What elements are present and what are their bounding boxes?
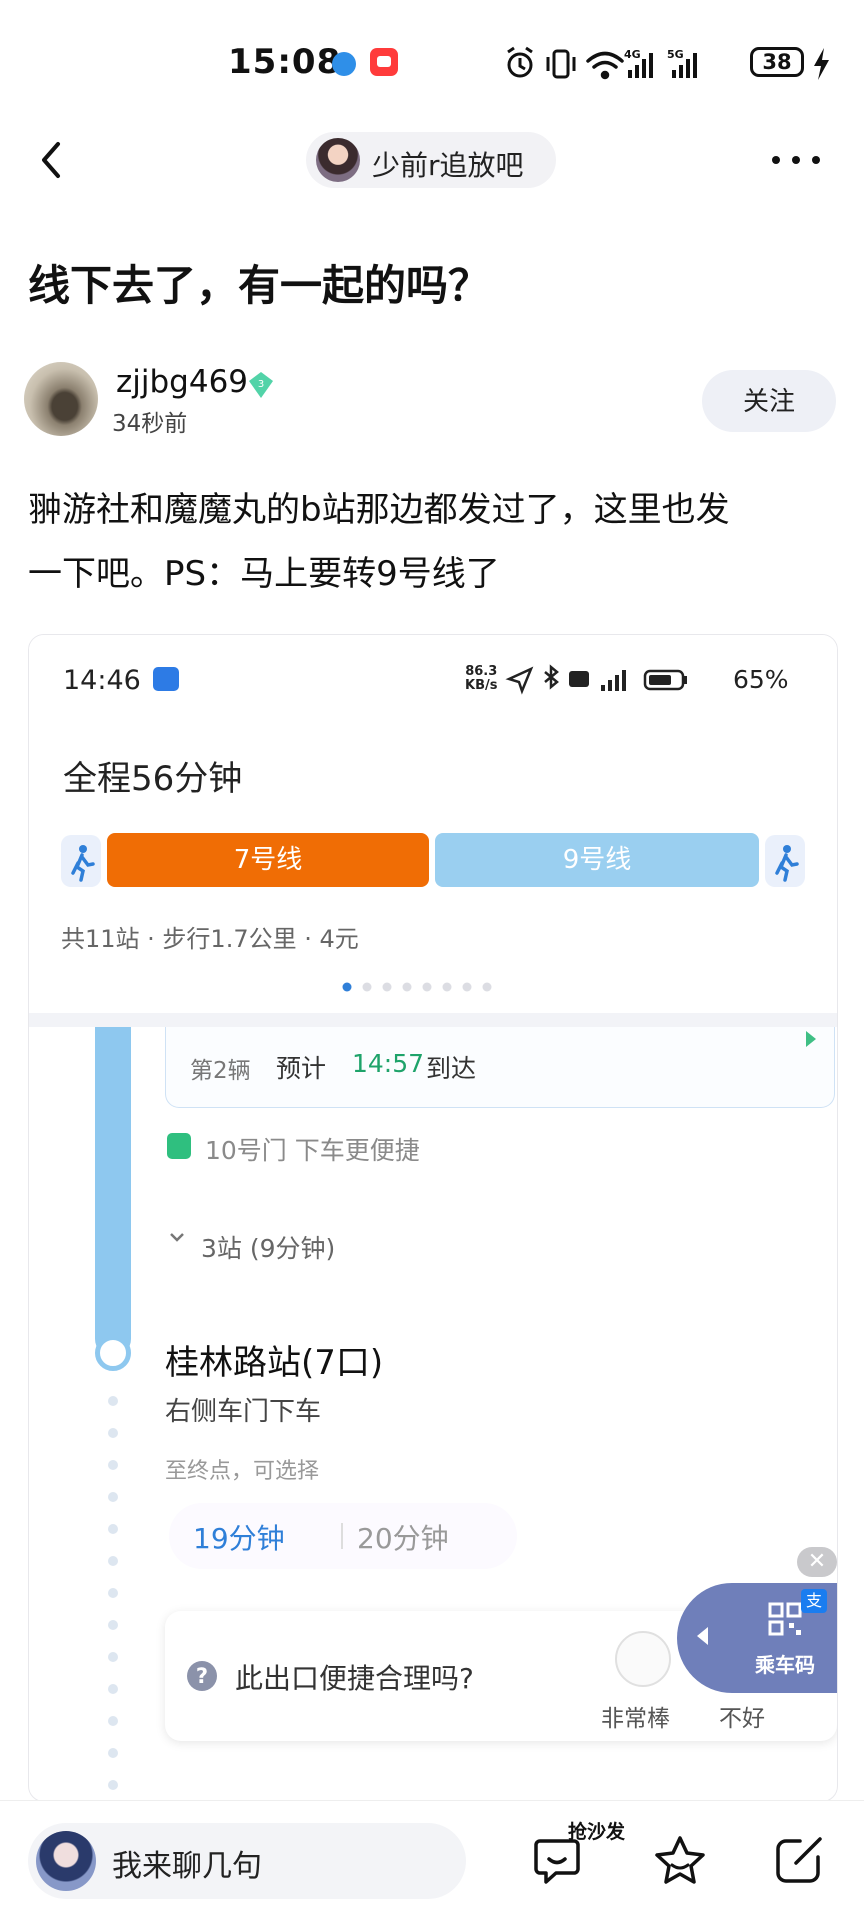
alipay-icon: 支 xyxy=(801,1589,827,1613)
qr-code-icon xyxy=(768,1602,802,1636)
svg-text:5G: 5G xyxy=(667,48,684,61)
image-clock: 14:46 xyxy=(63,665,141,696)
location-icon xyxy=(505,666,534,695)
expand-arrow-icon xyxy=(806,1031,816,1047)
door-tip: 10号门 下车更便捷 xyxy=(205,1136,420,1165)
vibrate-icon xyxy=(546,49,576,79)
stops-count: 3站 (9分钟) xyxy=(201,1234,336,1263)
level-badge-icon: 3 xyxy=(249,372,273,398)
estimate-time: 14:57 xyxy=(352,1049,425,1078)
route-line xyxy=(95,1027,131,1357)
bus-mode-time: 20分钟 xyxy=(357,1522,449,1555)
post-body: 翀游社和魔魔丸的b站那边都发过了，这里也发 一下吧。PS：马上要转9号线了 xyxy=(28,478,838,606)
walk-icon xyxy=(765,835,805,887)
page-dot xyxy=(482,982,492,992)
collapse-arrow-icon xyxy=(697,1627,708,1645)
page-dot xyxy=(342,982,352,992)
image-battery-icon xyxy=(643,669,687,691)
page-dot xyxy=(462,982,472,992)
author-avatar[interactable] xyxy=(24,362,98,436)
door-icon xyxy=(167,1133,191,1159)
hd-icon xyxy=(569,671,589,687)
svg-text:4G: 4G xyxy=(624,48,641,61)
post-image[interactable]: 14:46 86.3 KB/s 65% 全程56分钟 7号线 9号线 共11站 … xyxy=(28,634,838,1802)
metro-line-9: 9号线 xyxy=(435,833,759,887)
chevron-down-icon xyxy=(170,1233,184,1242)
feedback-bad: 不好 xyxy=(719,1706,765,1732)
transfer-mode-options: 19分钟 20分钟 xyxy=(169,1503,517,1569)
page-dot xyxy=(442,982,452,992)
station-marker xyxy=(95,1335,131,1371)
status-bar: 15:08 4G 5G 38 xyxy=(0,0,864,120)
forum-name: 少前r追放吧 xyxy=(372,149,524,182)
forum-pill[interactable]: 少前r追放吧 xyxy=(306,132,556,188)
notification-dot-icon xyxy=(332,52,356,76)
alarm-icon xyxy=(507,46,533,78)
back-arrow-icon[interactable] xyxy=(28,132,76,188)
question-icon: ? xyxy=(187,1661,217,1691)
walk-dots xyxy=(108,1396,118,1790)
page-indicator xyxy=(342,982,492,992)
4g-signal-icon: 4G xyxy=(624,48,653,78)
ride-code-tab: 支 乘车码 xyxy=(677,1583,837,1693)
bluetooth-icon xyxy=(544,664,559,690)
sofa-label: 抢沙发 xyxy=(568,1821,626,1843)
arrival-info: 第2辆 预计 14:57 到达 xyxy=(165,1027,835,1108)
comment-input[interactable]: 我来聊几句 xyxy=(28,1823,466,1899)
notification-app-icon xyxy=(370,48,398,76)
page-dot xyxy=(422,982,432,992)
estimate-label: 预计 xyxy=(276,1054,327,1083)
page-dot xyxy=(382,982,392,992)
thumbs-up-icon xyxy=(615,1631,671,1687)
author-name[interactable]: zjjbg469 xyxy=(116,364,248,400)
net-speed-unit: KB/s xyxy=(465,678,498,693)
arrive-label: 到达 xyxy=(426,1054,477,1083)
post-time: 34秒前 xyxy=(112,411,188,437)
feedback-question: 此出口便捷合理吗? xyxy=(235,1662,474,1695)
image-signal-icon xyxy=(601,670,626,691)
follow-button[interactable]: 关注 xyxy=(702,370,836,432)
station-name: 桂林路站(7口) xyxy=(165,1343,384,1383)
route-summary: 14:46 86.3 KB/s 65% 全程56分钟 7号线 9号线 共11站 … xyxy=(29,635,837,1015)
wifi-icon xyxy=(586,51,624,80)
net-speed-value: 86.3 xyxy=(465,664,498,679)
image-battery-pct: 65% xyxy=(733,665,789,694)
comment-placeholder: 我来聊几句 xyxy=(112,1849,262,1884)
more-options-icon[interactable] xyxy=(766,140,826,180)
total-time: 全程56分钟 xyxy=(63,759,243,799)
status-clock: 15:08 xyxy=(228,42,342,82)
charging-icon xyxy=(814,48,829,80)
section-divider xyxy=(29,1013,837,1027)
net-speed: 86.3 KB/s xyxy=(465,665,497,693)
star-icon[interactable] xyxy=(652,1833,708,1889)
station-hint: 右侧车门下车 xyxy=(165,1397,322,1427)
svg-text:3: 3 xyxy=(258,379,264,390)
car-number: 第2辆 xyxy=(190,1058,251,1084)
ride-code-label: 乘车码 xyxy=(755,1653,815,1677)
metro-line-7: 7号线 xyxy=(107,833,429,887)
comment-button[interactable]: 抢沙发 xyxy=(532,1821,632,1901)
post-body-line-1: 翀游社和魔魔丸的b站那边都发过了，这里也发 xyxy=(28,490,730,530)
page-dot xyxy=(362,982,372,992)
feedback-good: 非常棒 xyxy=(601,1706,670,1732)
user-avatar xyxy=(36,1831,96,1891)
close-icon: ✕ xyxy=(797,1547,837,1577)
bottom-action-bar: 我来聊几句 抢沙发 xyxy=(0,1800,864,1921)
mode-separator xyxy=(341,1523,343,1549)
walk-mode-time: 19分钟 xyxy=(193,1522,285,1555)
forum-avatar xyxy=(316,138,360,182)
post-title: 线下去了，有一起的吗？ xyxy=(28,261,491,310)
route-meta: 共11站 · 步行1.7公里 · 4元 xyxy=(61,925,359,953)
walk-icon xyxy=(61,835,101,887)
page-dot xyxy=(402,982,412,992)
terminal-hint: 至终点，可选择 xyxy=(165,1459,320,1484)
hotspot-icon xyxy=(153,667,179,691)
battery-indicator: 38 xyxy=(750,47,804,77)
5g-signal-icon: 5G xyxy=(667,48,697,78)
share-icon[interactable] xyxy=(774,1833,826,1885)
post-body-line-2: 一下吧。PS：马上要转9号线了 xyxy=(28,554,500,594)
